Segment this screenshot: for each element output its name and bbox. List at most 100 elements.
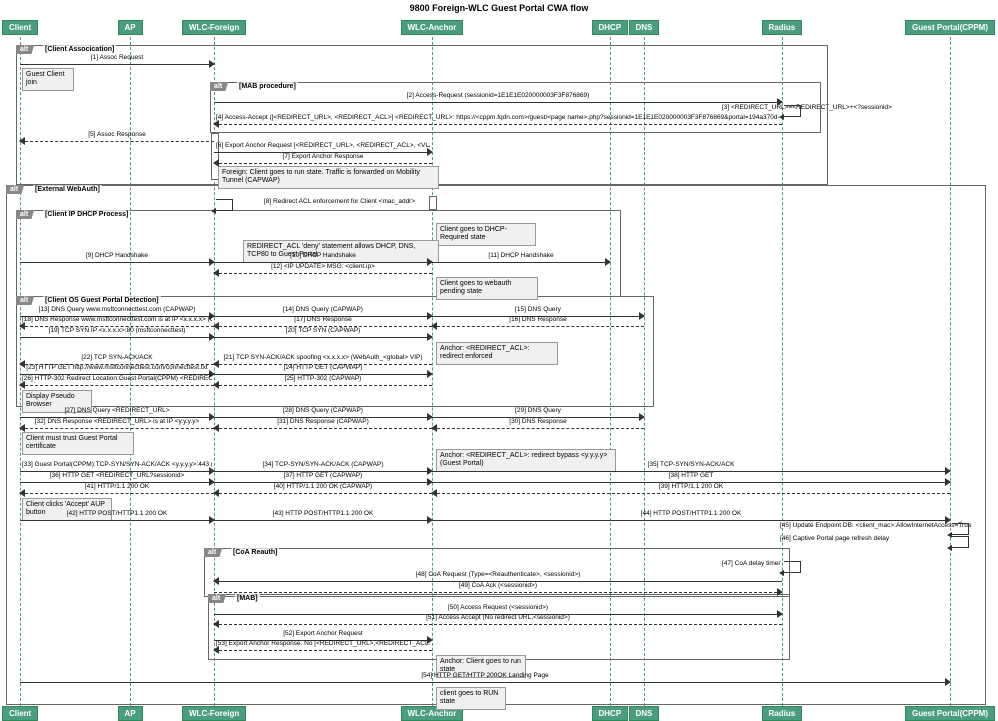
arrow-line (20, 428, 214, 429)
message-label: [5] Assoc Response (22, 131, 212, 138)
arrowhead-icon (213, 120, 219, 128)
message: [2] Access-Request (sessionid=1E1E1E0200… (214, 94, 782, 104)
message-label: [16] DNS Response (434, 316, 642, 323)
group-title: [CoA Reauth] (231, 548, 279, 557)
arrow-line (432, 326, 644, 327)
message: [41] HTTP/1.1 200 OK (20, 485, 214, 495)
message-label: [4] Access-Accept ([<REDIRECT_URL>, <RED… (216, 114, 780, 121)
arrow-line (20, 520, 214, 521)
self-arrow-icon (216, 199, 233, 211)
message-label: [49] CoA Ack (<sessionid>) (216, 582, 780, 589)
message-label: [19] TCP SYN IP <x.x.x.x>:80 (msftconnec… (22, 327, 212, 334)
message: [4] Access-Accept ([<REDIRECT_URL>, <RED… (214, 116, 782, 126)
note: Client must trust Guest Portal certifica… (22, 432, 134, 455)
arrow-line (20, 337, 214, 338)
arrowhead-icon (19, 489, 25, 497)
message: [20] TCP SYN (CAPWAP) (214, 329, 432, 339)
message: [31] DNS Response (CAPWAP) (214, 420, 432, 430)
self-arrow-icon (952, 536, 969, 548)
arrow-line (214, 163, 432, 164)
participant-dhcp: DHCP (592, 706, 629, 721)
arrow-line (20, 493, 214, 494)
message-label: [53] Export Anchor Response. No [<REDIRE… (216, 640, 430, 647)
arrow-line (214, 520, 432, 521)
arrow-line (214, 385, 432, 386)
message-label: [33] Guest Portal(CPPM):TCP-SYN/SYN-ACK/… (22, 461, 212, 468)
participant-ap: AP (118, 706, 143, 721)
participant-dhcp: DHCP (592, 20, 629, 35)
message-label: [32] DNS Response <REDIRECT_URL> is at I… (22, 418, 212, 425)
message: [44] HTTP POST/HTTP1.1 200 OK (432, 512, 950, 522)
message: [42] HTTP POST/HTTP1.1 200 OK (20, 512, 214, 522)
message-label: [43] HTTP POST/HTTP1.1 200 OK (216, 510, 430, 517)
group-tab: alt (210, 82, 228, 91)
arrow-line (20, 141, 214, 142)
message-label: [40] HTTP/1.1 200 OK (CAPWAP) (216, 483, 430, 490)
message: [39] HTTP/1.1 200 OK (432, 485, 950, 495)
message: [26] HTTP-302 Redirect Location:Guest Po… (20, 377, 214, 387)
participant-wlcForeign: WLC-Foreign (182, 706, 246, 721)
arrow-line (20, 385, 214, 386)
group-tab: alt (16, 296, 34, 305)
self-arrow-icon (784, 561, 801, 573)
message-label: [37] HTTP GET (CAPWAP) (216, 472, 430, 479)
group-tab: alt (208, 594, 226, 603)
note: Client goes to DHCP-Required state (436, 223, 536, 246)
message: [51] Access Accept (No redirect URL,<ses… (214, 616, 782, 626)
arrowhead-icon (777, 588, 783, 596)
arrow-line (214, 102, 782, 103)
arrow-line (20, 682, 950, 683)
group-tab: alt (204, 548, 222, 557)
participant-ap: AP (118, 20, 143, 35)
message-label: [21] TCP SYN-ACK/ACK spoofing <x.x.x.x> … (216, 354, 430, 361)
participant-wlcAnchor: WLC-Anchor (401, 20, 464, 35)
group-title: [Client Assocication] (43, 45, 116, 54)
participant-dns: DNS (629, 706, 660, 721)
message-label: [54] HTTP GET/HTTP 200OK Landing Page (22, 672, 948, 679)
sequence-diagram: ClientClientAPAPWLC-ForeignWLC-ForeignWL… (0, 18, 998, 720)
arrow-line (214, 592, 782, 593)
message: [40] HTTP/1.1 200 OK (CAPWAP) (214, 485, 432, 495)
message: [1] Assoc Request (20, 56, 214, 66)
group-tab: alt (16, 45, 34, 54)
message-label: [2] Access-Request (sessionid=1E1E1E0200… (216, 92, 780, 99)
message: [11] DHCP Handshake (432, 254, 610, 264)
message-label: [44] HTTP POST/HTTP1.1 200 OK (434, 510, 948, 517)
arrowhead-icon (19, 137, 25, 145)
arrow-line (432, 262, 610, 263)
arrow-line (214, 273, 432, 274)
message-label: [29] DNS Query (434, 407, 642, 414)
arrowhead-icon (605, 258, 611, 266)
message-label: [22] TCP SYN-ACK/ACK (22, 354, 212, 361)
arrow-line (214, 428, 432, 429)
group-title: [MAB] (235, 594, 260, 603)
message-label: [27] DNS Query <REDIRECT_URL> (22, 407, 212, 414)
arrowhead-icon (213, 646, 219, 654)
participant-radius: Radius (762, 20, 803, 35)
message: [49] CoA Ack (<sessionid>) (214, 584, 782, 594)
self-arrow-icon (784, 105, 801, 117)
message-label: [38] HTTP GET (434, 472, 948, 479)
message-label: [41] HTTP/1.1 200 OK (22, 483, 212, 490)
arrow-line (214, 337, 432, 338)
arrow-line (214, 493, 432, 494)
arrow-line (432, 428, 644, 429)
message: [43] HTTP POST/HTTP1.1 200 OK (214, 512, 432, 522)
note: Guest Client join (22, 68, 74, 91)
message-label: [24] HTTP GET (CAPWAP) (216, 364, 430, 371)
arrowhead-icon (213, 269, 219, 277)
group-title: [Client IP DHCP Process] (43, 210, 130, 219)
message-label: [31] DNS Response (CAPWAP) (216, 418, 430, 425)
arrowhead-icon (777, 98, 783, 106)
message-label: [9] DHCP Handshake (22, 252, 212, 259)
arrow-line (214, 650, 432, 651)
message-label: [13] DNS Query www.msftconnecttest.com (… (22, 306, 212, 313)
diagram-title: 9800 Foreign-WLC Guest Portal CWA flow (0, 0, 998, 18)
message-label: [39] HTTP/1.1 200 OK (434, 483, 948, 490)
group-title: [External WebAuth] (33, 185, 102, 194)
message-label: [51] Access Accept (No redirect URL,<ses… (216, 614, 780, 621)
participant-dns: DNS (629, 20, 660, 35)
group-tab: alt (16, 210, 34, 219)
arrowhead-icon (945, 516, 951, 524)
message-label: [36] HTTP GET <REDIRECT_URL?sessionid> (22, 472, 212, 479)
